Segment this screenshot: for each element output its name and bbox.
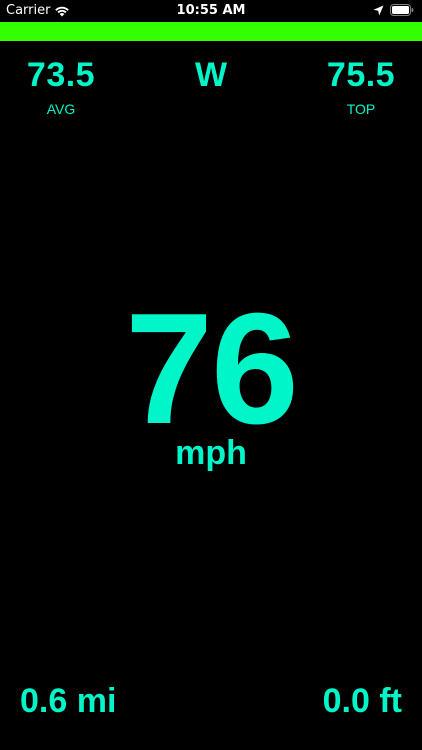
- location-icon: [373, 5, 384, 15]
- speed-unit[interactable]: mph: [0, 436, 422, 470]
- average-speed-label: AVG: [46, 101, 76, 117]
- status-bar: Carrier 10:55 AM: [0, 0, 422, 22]
- altitude[interactable]: 0.0 ft: [323, 684, 402, 718]
- battery-icon: [390, 4, 414, 16]
- current-speed: 76: [125, 281, 299, 457]
- top-speed: 75.5 TOP: [320, 58, 402, 116]
- clock: 10:55 AM: [176, 3, 246, 18]
- status-right-group: [373, 4, 414, 16]
- trip-distance[interactable]: 0.6 mi: [20, 684, 116, 718]
- top-speed-value: 75.5: [326, 56, 396, 94]
- gps-signal-bar: [0, 22, 422, 41]
- top-speed-label: TOP: [346, 101, 376, 117]
